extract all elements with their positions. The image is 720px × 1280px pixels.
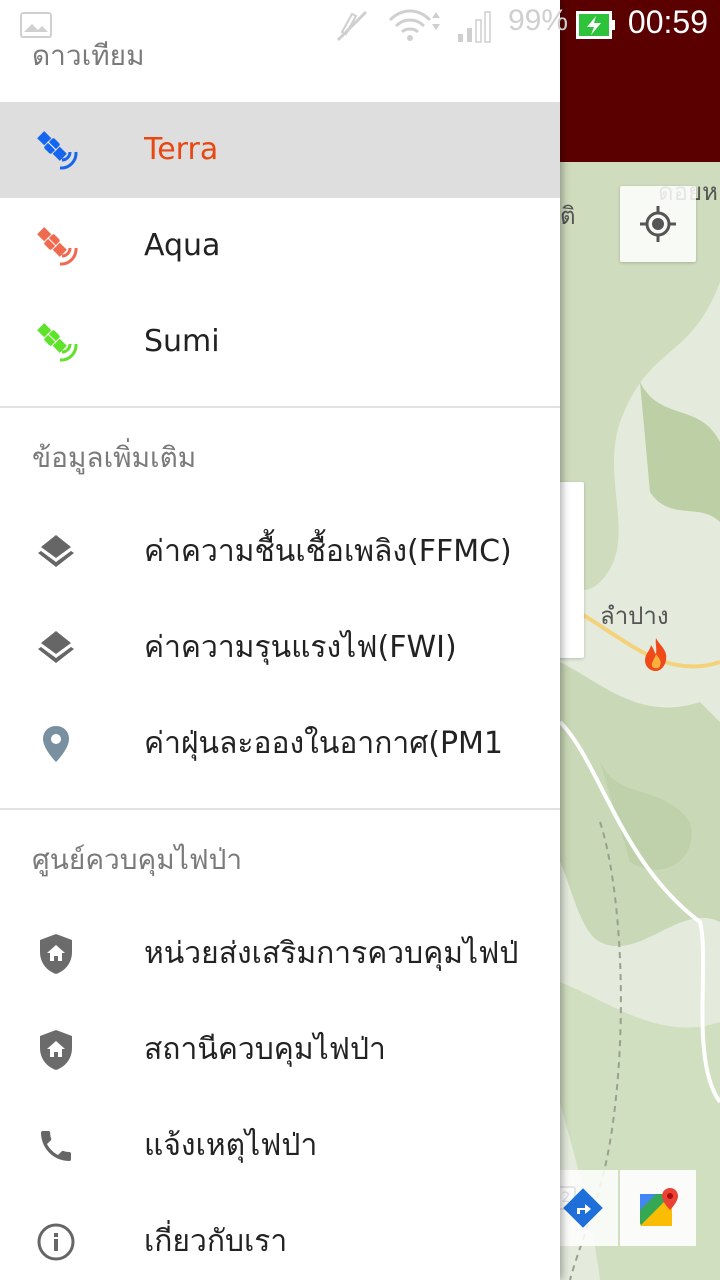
drawer-item-pm[interactable]: ค่าฝุ่นละอองในอากาศ(PM1 — [0, 696, 560, 792]
layers-icon — [32, 624, 80, 672]
satellite-icon — [32, 222, 80, 270]
drawer-item-report-fire[interactable]: แจ้งเหตุไฟป่า — [0, 1098, 560, 1194]
layers-icon — [32, 528, 80, 576]
location-pin-icon — [32, 720, 80, 768]
drawer-item-about[interactable]: เกี่ยวกับเรา — [0, 1194, 560, 1280]
drawer-item-fire-station[interactable]: สถานีควบคุมไฟป่า — [0, 1002, 560, 1098]
drawer-item-fire-support-unit[interactable]: หน่วยส่งเสริมการควบคุมไฟป่ — [0, 906, 560, 1002]
shield-home-icon — [32, 1026, 80, 1074]
drawer-item-label: Sumi — [144, 324, 220, 359]
drawer-item-label: แจ้งเหตุไฟป่า — [144, 1128, 318, 1163]
drawer-item-sumi[interactable]: Sumi — [0, 294, 560, 390]
drawer-item-label: เกี่ยวกับเรา — [144, 1224, 288, 1259]
drawer-item-label: สถานีควบคุมไฟป่า — [144, 1032, 386, 1067]
battery-percent: 99% — [508, 4, 569, 37]
drawer-item-ffmc[interactable]: ค่าความชื้นเชื้อเพลิง(FFMC) — [0, 504, 560, 600]
image-notification-icon — [20, 12, 52, 38]
drawer-item-label: ค่าความรุนแรงไฟ(FWI) — [144, 630, 457, 665]
drawer-item-label: หน่วยส่งเสริมการควบคุมไฟป่ — [144, 936, 519, 971]
section-title-more-info: ข้อมูลเพิ่มเติม — [32, 441, 197, 474]
info-icon — [32, 1218, 80, 1266]
section-divider — [0, 406, 560, 408]
drawer-item-label: ค่าฝุ่นละอองในอากาศ(PM1 — [144, 726, 504, 761]
status-bar: 99% 00:59 — [0, 0, 720, 48]
drawer-item-aqua[interactable]: Aqua — [0, 198, 560, 294]
section-title-fire-control: ศูนย์ควบคุมไฟป่า — [32, 843, 243, 876]
phone-icon — [32, 1122, 80, 1170]
satellite-icon — [32, 318, 80, 366]
wifi-icon — [388, 9, 440, 41]
shield-home-icon — [32, 930, 80, 978]
drawer-item-label: ค่าความชื้นเชื้อเพลิง(FFMC) — [144, 534, 512, 569]
navigation-drawer: ดาวเทียม Terra Aqua Sumi ข้อมูลเพิ่มเติม… — [0, 0, 560, 1280]
drawer-item-terra[interactable]: Terra — [0, 102, 560, 198]
clock: 00:59 — [627, 4, 708, 40]
drawer-item-label: Aqua — [144, 228, 221, 263]
vibrate-off-icon — [336, 10, 368, 42]
section-divider — [0, 808, 560, 810]
battery-charging-icon — [576, 11, 615, 39]
satellite-icon — [32, 126, 80, 174]
drawer-item-label: Terra — [144, 132, 219, 167]
signal-icon — [458, 11, 491, 43]
drawer-item-fwi[interactable]: ค่าความรุนแรงไฟ(FWI) — [0, 600, 560, 696]
